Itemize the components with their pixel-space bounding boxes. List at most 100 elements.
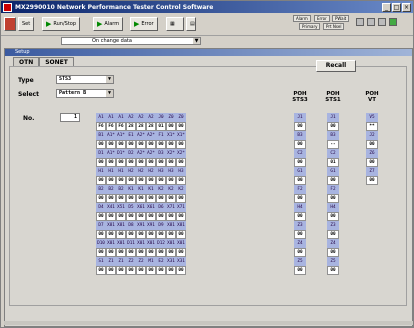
overhead-byte-value[interactable]: 00 bbox=[126, 158, 136, 167]
type-select[interactable]: STS3 ▼ bbox=[56, 75, 114, 84]
overhead-byte-value[interactable]: 00 bbox=[166, 248, 176, 257]
overhead-byte-value[interactable]: 00 bbox=[96, 194, 106, 203]
overhead-byte-value[interactable]: 00 bbox=[106, 140, 116, 149]
overhead-byte-value[interactable]: 28 bbox=[146, 122, 156, 131]
overhead-byte-value[interactable]: 00 bbox=[176, 158, 186, 167]
overhead-byte-value[interactable]: 00 bbox=[176, 230, 186, 239]
overhead-byte-value[interactable]: 00 bbox=[96, 212, 106, 221]
poh-byte-value[interactable]: 00 bbox=[294, 194, 306, 203]
overhead-byte-value[interactable]: 00 bbox=[136, 140, 146, 149]
overhead-byte-value[interactable]: 00 bbox=[146, 212, 156, 221]
overhead-byte-value[interactable]: 00 bbox=[166, 176, 176, 185]
overhead-byte-value[interactable]: 00 bbox=[166, 140, 176, 149]
overhead-byte-value[interactable]: 00 bbox=[136, 158, 146, 167]
change-data-dropdown[interactable]: On change data ▼ bbox=[61, 37, 201, 45]
overhead-byte-value[interactable]: 00 bbox=[146, 230, 156, 239]
overhead-byte-value[interactable]: 00 bbox=[176, 212, 186, 221]
recall-button[interactable]: Recall bbox=[316, 60, 356, 72]
overhead-byte-value[interactable]: 00 bbox=[146, 176, 156, 185]
disk-icon[interactable] bbox=[378, 18, 386, 26]
poh-byte-value[interactable]: 00 bbox=[327, 122, 339, 131]
poh-byte-value[interactable]: 00 bbox=[294, 176, 306, 185]
poh-byte-value[interactable]: 00 bbox=[327, 266, 339, 275]
overhead-byte-value[interactable]: 00 bbox=[116, 176, 126, 185]
overhead-byte-value[interactable]: 00 bbox=[156, 230, 166, 239]
overhead-byte-value[interactable]: 00 bbox=[96, 248, 106, 257]
overhead-byte-value[interactable]: F6 bbox=[96, 122, 106, 131]
poh-byte-value[interactable]: 00 bbox=[327, 176, 339, 185]
overhead-byte-value[interactable]: 01 bbox=[156, 122, 166, 131]
overhead-byte-value[interactable]: 00 bbox=[126, 212, 136, 221]
overhead-byte-value[interactable]: 00 bbox=[136, 266, 146, 275]
poh-byte-value[interactable]: 00 bbox=[327, 230, 339, 239]
print-icon[interactable] bbox=[367, 18, 375, 26]
run-stop-button[interactable]: ▶ Run/Stop bbox=[42, 17, 81, 31]
overhead-byte-value[interactable]: 28 bbox=[126, 122, 136, 131]
overhead-byte-value[interactable]: 00 bbox=[136, 176, 146, 185]
maximize-button[interactable]: □ bbox=[392, 2, 401, 12]
overhead-byte-value[interactable]: 00 bbox=[146, 194, 156, 203]
overhead-byte-value[interactable]: 00 bbox=[126, 230, 136, 239]
overhead-byte-value[interactable]: 00 bbox=[96, 158, 106, 167]
overhead-byte-value[interactable]: 00 bbox=[166, 266, 176, 275]
overhead-byte-value[interactable]: 00 bbox=[116, 194, 126, 203]
set-button[interactable]: Set bbox=[18, 17, 35, 31]
overhead-byte-value[interactable]: 00 bbox=[166, 122, 176, 131]
overhead-byte-value[interactable]: 00 bbox=[106, 176, 116, 185]
poh-byte-value[interactable]: -- bbox=[327, 140, 339, 149]
pattern-select[interactable]: Pattern B ▼ bbox=[56, 89, 114, 98]
no-field[interactable]: 1 bbox=[60, 113, 80, 122]
overhead-byte-value[interactable]: 00 bbox=[126, 140, 136, 149]
overhead-byte-value[interactable]: 00 bbox=[96, 176, 106, 185]
overhead-byte-value[interactable]: 00 bbox=[126, 248, 136, 257]
overhead-byte-value[interactable]: 00 bbox=[116, 212, 126, 221]
overhead-byte-value[interactable]: 00 bbox=[106, 212, 116, 221]
overhead-byte-value[interactable]: 00 bbox=[106, 230, 116, 239]
overhead-byte-value[interactable]: 00 bbox=[116, 230, 126, 239]
overhead-byte-value[interactable]: 28 bbox=[136, 122, 146, 131]
overhead-byte-value[interactable]: F6 bbox=[106, 122, 116, 131]
overhead-byte-value[interactable]: 00 bbox=[176, 140, 186, 149]
overhead-byte-value[interactable]: 00 bbox=[96, 230, 106, 239]
overhead-byte-value[interactable]: 00 bbox=[156, 266, 166, 275]
overhead-byte-value[interactable]: 00 bbox=[116, 266, 126, 275]
overhead-byte-value[interactable]: 00 bbox=[136, 248, 146, 257]
overhead-byte-value[interactable]: 00 bbox=[146, 266, 156, 275]
overhead-byte-value[interactable]: 00 bbox=[176, 248, 186, 257]
stop-icon[interactable] bbox=[4, 17, 16, 31]
overhead-byte-value[interactable]: 00 bbox=[126, 176, 136, 185]
overhead-byte-value[interactable]: 00 bbox=[106, 158, 116, 167]
poh-byte-value[interactable]: ** bbox=[366, 122, 378, 131]
poh-byte-value[interactable]: 00 bbox=[327, 212, 339, 221]
poh-byte-value[interactable]: 00 bbox=[294, 212, 306, 221]
overhead-byte-value[interactable]: 00 bbox=[166, 158, 176, 167]
poh-byte-value[interactable]: 00 bbox=[327, 248, 339, 257]
overhead-byte-value[interactable]: 00 bbox=[146, 158, 156, 167]
poh-byte-value[interactable]: 00 bbox=[294, 158, 306, 167]
overhead-byte-value[interactable]: 00 bbox=[166, 230, 176, 239]
minimize-button[interactable]: _ bbox=[382, 2, 391, 12]
overhead-byte-value[interactable]: 00 bbox=[176, 122, 186, 131]
overhead-byte-value[interactable]: 00 bbox=[166, 194, 176, 203]
poh-byte-value[interactable]: 00 bbox=[294, 266, 306, 275]
overhead-byte-value[interactable]: 00 bbox=[176, 194, 186, 203]
overhead-byte-value[interactable]: 00 bbox=[106, 266, 116, 275]
overhead-byte-value[interactable]: 00 bbox=[126, 194, 136, 203]
save-icon[interactable] bbox=[356, 18, 364, 26]
overhead-byte-value[interactable]: 00 bbox=[106, 194, 116, 203]
alarm-button[interactable]: ▶ Alarm bbox=[93, 17, 124, 31]
overhead-byte-value[interactable]: 00 bbox=[136, 230, 146, 239]
error-button[interactable]: ▶ Error bbox=[130, 17, 158, 31]
poh-byte-value[interactable]: 00 bbox=[366, 176, 378, 185]
overhead-byte-value[interactable]: 00 bbox=[166, 212, 176, 221]
overhead-byte-value[interactable]: F6 bbox=[116, 122, 126, 131]
overhead-byte-value[interactable]: 00 bbox=[106, 248, 116, 257]
overhead-byte-value[interactable]: 00 bbox=[116, 140, 126, 149]
overhead-byte-value[interactable]: 00 bbox=[176, 266, 186, 275]
poh-byte-value[interactable]: 00 bbox=[294, 248, 306, 257]
poh-byte-value[interactable]: 01 bbox=[327, 158, 339, 167]
overhead-byte-value[interactable]: 00 bbox=[176, 176, 186, 185]
overhead-byte-value[interactable]: 00 bbox=[146, 248, 156, 257]
overhead-byte-value[interactable]: 00 bbox=[156, 194, 166, 203]
chart-icon[interactable]: ▤ bbox=[186, 17, 196, 31]
